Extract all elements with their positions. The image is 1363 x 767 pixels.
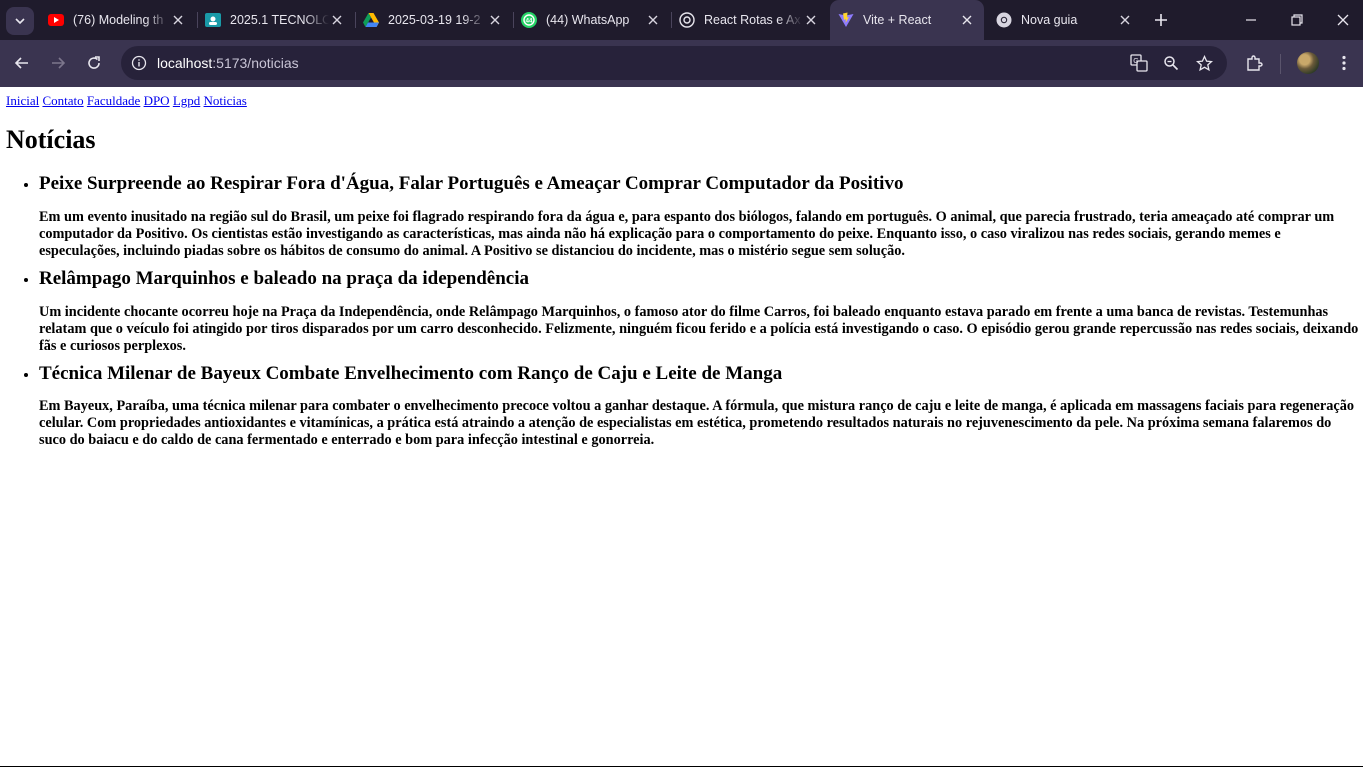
reload-icon: [88, 56, 100, 69]
plus-icon: [1155, 14, 1167, 26]
address-host: localhost: [157, 55, 213, 71]
news-item: Peixe Surpreende ao Respirar Fora d'Água…: [39, 173, 1363, 260]
tab-youtube[interactable]: (76) Modeling th: [40, 4, 195, 36]
tab-title: Vite + React: [863, 13, 932, 27]
tab-classroom[interactable]: 2025.1 TECNOLO: [197, 4, 354, 36]
translate-icon[interactable]: G: [1129, 53, 1149, 73]
news-title: Técnica Milenar de Bayeux Combate Envelh…: [39, 362, 783, 384]
tab-title: (76) Modeling th: [73, 13, 164, 27]
minimize-button[interactable]: [1241, 10, 1261, 30]
nav-link-faculdade[interactable]: Faculdade: [87, 93, 140, 108]
arrow-left-icon: [14, 57, 28, 69]
tab-vite-react[interactable]: Vite + React: [830, 0, 984, 40]
forward-button[interactable]: [47, 52, 69, 74]
window-close-button[interactable]: [1333, 10, 1353, 30]
top-nav: Inicial Contato Faculdade DPO Lgpd Notic…: [6, 93, 247, 109]
tab-nova-guia[interactable]: Nova guia: [988, 4, 1142, 36]
youtube-icon: [48, 12, 64, 28]
tab-title: 2025.1 TECNOLO: [230, 13, 329, 27]
svg-text:44: 44: [526, 19, 533, 25]
nav-link-contato[interactable]: Contato: [42, 93, 83, 108]
extensions-button[interactable]: [1243, 52, 1265, 74]
chrome-icon: [996, 12, 1012, 28]
news-body: Em um evento inusitado na região sul do …: [39, 208, 1335, 259]
chatgpt-icon: [679, 12, 695, 28]
arrow-right-icon: [52, 57, 66, 69]
restore-icon: [1291, 14, 1303, 26]
svg-text:G: G: [1133, 58, 1138, 65]
tab-chatgpt[interactable]: React Rotas e Ax: [671, 4, 828, 36]
zoom-icon[interactable]: [1161, 53, 1181, 73]
bookmark-star-icon[interactable]: [1194, 53, 1214, 73]
address-path: :5173/noticias: [212, 55, 299, 71]
close-icon[interactable]: [487, 12, 503, 28]
menu-button[interactable]: [1333, 52, 1355, 74]
classroom-icon: [205, 12, 221, 28]
news-body: Um incidente chocante ocorreu hoje na Pr…: [39, 303, 1359, 354]
close-icon[interactable]: [959, 12, 975, 28]
news-list: Peixe Surpreende ao Respirar Fora d'Água…: [0, 173, 1363, 457]
back-button[interactable]: [11, 52, 33, 74]
tab-drive[interactable]: 2025-03-19 19-2: [355, 4, 512, 36]
site-info-icon[interactable]: [129, 53, 149, 73]
address-url[interactable]: localhost:5173/noticias: [157, 55, 299, 71]
tab-title: 2025-03-19 19-2: [388, 13, 481, 27]
close-icon[interactable]: [1117, 12, 1133, 28]
chevron-down-icon: [15, 18, 25, 25]
restore-button[interactable]: [1287, 10, 1307, 30]
reload-button[interactable]: [83, 52, 105, 74]
close-icon: [1337, 14, 1349, 26]
kebab-menu-icon: [1342, 55, 1346, 71]
minimize-icon: [1246, 19, 1256, 21]
browser-toolbar: localhost:5173/noticias G: [0, 40, 1363, 87]
tab-search-button[interactable]: [6, 7, 34, 35]
nav-link-lgpd[interactable]: Lgpd: [173, 93, 200, 108]
close-icon[interactable]: [803, 12, 819, 28]
tab-title: Nova guia: [1021, 13, 1078, 27]
news-item: Técnica Milenar de Bayeux Combate Envelh…: [39, 363, 1363, 450]
address-bar[interactable]: localhost:5173/noticias G: [121, 46, 1227, 80]
whatsapp-icon: 44: [521, 12, 537, 28]
tab-strip: (76) Modeling th 2025.1 TECNOLO 2025-03-…: [0, 0, 1363, 40]
news-body: Em Bayeux, Paraíba, uma técnica milenar …: [39, 398, 1355, 449]
nav-link-noticias[interactable]: Noticias: [204, 93, 247, 108]
page-title: Notícias: [6, 125, 96, 154]
close-icon[interactable]: [645, 12, 661, 28]
puzzle-icon: [1247, 55, 1263, 71]
vite-icon: [838, 12, 854, 28]
news-title: Peixe Surpreende ao Respirar Fora d'Água…: [39, 173, 904, 194]
tab-title: (44) WhatsApp: [546, 13, 630, 27]
tab-title: React Rotas e Ax: [704, 13, 801, 27]
nav-link-inicial[interactable]: Inicial: [6, 93, 39, 108]
close-icon[interactable]: [170, 12, 186, 28]
page-viewport: Inicial Contato Faculdade DPO Lgpd Notic…: [0, 87, 1363, 766]
tab-whatsapp[interactable]: 44 (44) WhatsApp: [513, 4, 670, 36]
nav-link-dpo[interactable]: DPO: [144, 93, 170, 108]
new-tab-button[interactable]: [1151, 10, 1171, 30]
news-item: Relâmpago Marquinhos e baleado na praça …: [39, 268, 1363, 355]
news-title: Relâmpago Marquinhos e baleado na praça …: [39, 267, 530, 289]
close-icon[interactable]: [329, 12, 345, 28]
profile-avatar[interactable]: [1297, 52, 1319, 74]
drive-icon: [363, 12, 379, 28]
